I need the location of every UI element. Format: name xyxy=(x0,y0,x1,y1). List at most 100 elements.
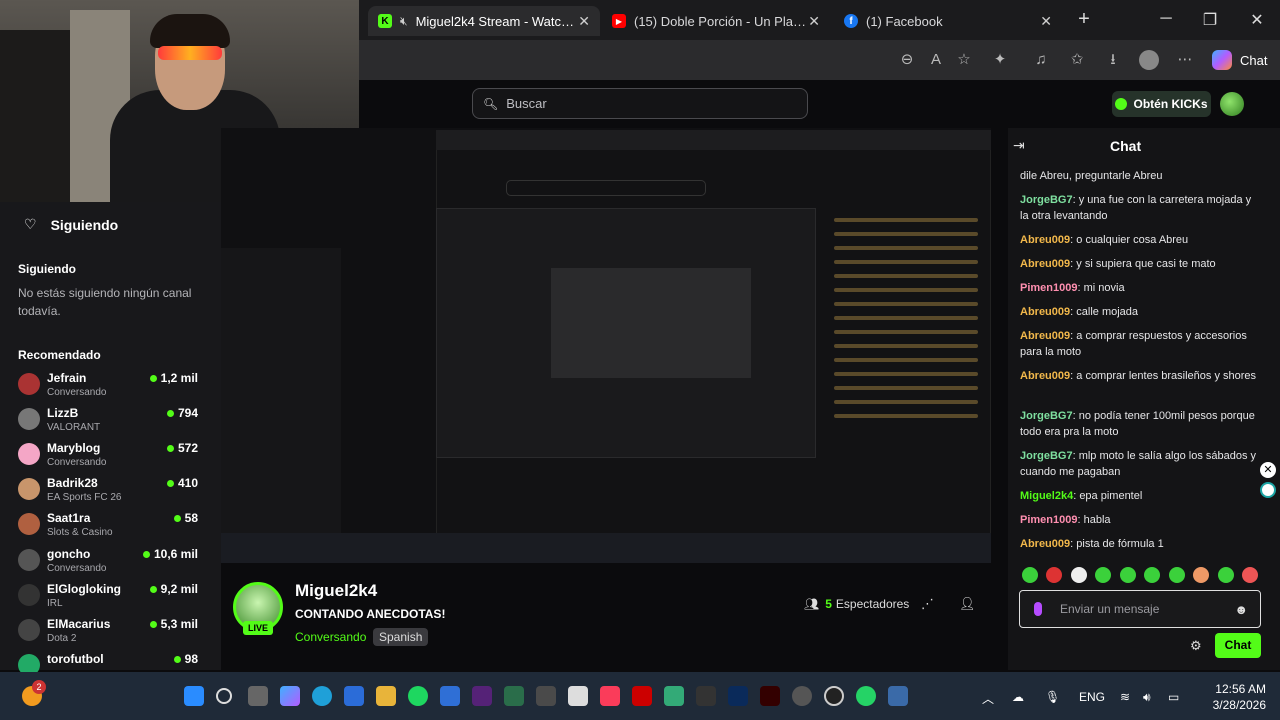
microphone-icon[interactable]: 🎙︎ xyxy=(1045,690,1060,704)
browser-essentials-icon[interactable]: ♫ xyxy=(1031,50,1051,70)
recommended-channel[interactable]: goncho Conversando 10,6 mil xyxy=(18,547,198,581)
channel-name[interactable]: Miguel2k4 xyxy=(295,581,377,601)
whatsapp-icon[interactable] xyxy=(856,686,876,706)
user-avatar[interactable] xyxy=(1220,92,1244,116)
obs-icon[interactable] xyxy=(824,686,844,706)
app-icon-2[interactable] xyxy=(504,686,524,706)
chat-username[interactable]: Abreu009 xyxy=(1020,306,1070,318)
sidebar-tool-icon[interactable] xyxy=(1260,482,1276,498)
chat-message-input[interactable]: Enviar un mensaje ☻ xyxy=(1019,590,1261,628)
more-options-icon[interactable]: ⋯ xyxy=(1175,50,1195,70)
recommended-channel[interactable]: Maryblog Conversando 572 xyxy=(18,441,198,475)
downloads-icon[interactable]: ⭳ xyxy=(1103,50,1123,70)
read-aloud-icon[interactable]: A xyxy=(926,50,946,70)
favorites-icon[interactable]: ✩ xyxy=(1067,50,1087,70)
chat-username[interactable]: Pimen1009 xyxy=(1020,514,1077,526)
wifi-icon[interactable]: ≋ xyxy=(1120,690,1130,704)
profile-icon[interactable] xyxy=(1139,50,1159,70)
chat-username[interactable]: Abreu009 xyxy=(1020,234,1070,246)
emote-icon[interactable] xyxy=(1119,567,1136,583)
illustrator-icon[interactable] xyxy=(760,686,780,706)
file-explorer-icon[interactable] xyxy=(376,686,396,706)
stream-category[interactable]: Conversando xyxy=(295,630,366,644)
volume-icon[interactable]: 🔊︎ xyxy=(1143,690,1151,705)
security-icon[interactable] xyxy=(440,686,460,706)
copilot-button[interactable]: Chat xyxy=(1212,48,1267,72)
netflix-icon[interactable] xyxy=(632,686,652,706)
emote-icon[interactable] xyxy=(1022,567,1038,583)
emote-icon[interactable] xyxy=(1095,567,1112,583)
sidebar-following-header[interactable]: ♡ Siguiendo xyxy=(24,216,118,233)
search-input[interactable]: 🔍︎ Buscar xyxy=(472,88,808,119)
spotify-icon[interactable] xyxy=(408,686,428,706)
video-player[interactable] xyxy=(221,128,991,563)
cloud-icon[interactable]: ☁ xyxy=(1012,690,1024,704)
emote-icon[interactable] xyxy=(1241,567,1258,583)
extensions-icon[interactable]: ✦ xyxy=(990,50,1010,70)
app-icon-3[interactable] xyxy=(536,686,556,706)
follow-user-icon[interactable]: 👤︎ xyxy=(959,596,976,612)
chat-username[interactable]: JorgeBG7 xyxy=(1020,194,1073,206)
app-icon-7[interactable] xyxy=(888,686,908,706)
notepad-icon[interactable] xyxy=(568,686,588,706)
gear-icon[interactable]: ⚙ xyxy=(1190,638,1202,654)
store-icon[interactable] xyxy=(344,686,364,706)
emote-icon[interactable] xyxy=(1144,567,1161,583)
search-taskbar-icon[interactable] xyxy=(216,688,232,704)
zoom-icon[interactable]: ⊖ xyxy=(897,50,917,70)
copilot-taskbar-icon[interactable] xyxy=(280,686,300,706)
chat-username[interactable]: Miguel2k4 xyxy=(1020,490,1073,502)
new-tab-button[interactable]: + xyxy=(1074,8,1094,31)
sidebar-close-icon[interactable]: ✕ xyxy=(1260,462,1276,478)
chat-username[interactable]: Abreu009 xyxy=(1020,258,1070,270)
recommended-channel[interactable]: ElMacarius Dota 2 5,3 mil xyxy=(18,617,198,651)
start-icon[interactable] xyxy=(184,686,204,706)
tab-facebook[interactable]: f (1) Facebook ✕ xyxy=(834,6,1062,36)
chat-username[interactable]: JorgeBG7 xyxy=(1020,410,1073,422)
system-clock[interactable]: 12:56 AM 3/28/2026 xyxy=(1198,681,1266,713)
emote-icon[interactable] xyxy=(1070,567,1087,583)
emoji-icon[interactable]: ☻ xyxy=(1234,602,1248,617)
restore-icon[interactable]: ❐ xyxy=(1200,10,1220,30)
music-icon[interactable] xyxy=(600,686,620,706)
chat-username[interactable]: Abreu009 xyxy=(1020,330,1070,342)
chat-username[interactable]: Pimen1009 xyxy=(1020,282,1077,294)
emote-icon[interactable] xyxy=(1168,567,1185,583)
muted-icon[interactable]: 🔇︎ xyxy=(400,14,408,29)
chat-send-button[interactable]: Chat xyxy=(1215,633,1261,658)
favorite-star-icon[interactable]: ☆ xyxy=(954,50,974,70)
recommended-channel[interactable]: ElGlogloking IRL 9,2 mil xyxy=(18,582,198,616)
chat-username[interactable]: JorgeBG7 xyxy=(1020,450,1073,462)
recommended-channel[interactable]: LizzB VALORANT 794 xyxy=(18,406,198,440)
emote-icon[interactable] xyxy=(1217,567,1234,583)
close-icon[interactable]: ✕ xyxy=(578,13,590,30)
app-icon-4[interactable] xyxy=(664,686,684,706)
chat-username[interactable]: Abreu009 xyxy=(1020,370,1070,382)
tab-youtube[interactable]: ▶ (15) Doble Porción - Un Plan Pal ✕ xyxy=(602,6,830,36)
chat-username[interactable]: Abreu009 xyxy=(1020,538,1070,550)
battery-icon[interactable]: ▭ xyxy=(1168,690,1179,704)
photoshop-icon[interactable] xyxy=(728,686,748,706)
language-indicator[interactable]: ENG xyxy=(1079,690,1105,704)
minimize-icon[interactable]: ─ xyxy=(1156,10,1176,28)
tab-kick-stream[interactable]: K 🔇︎ Miguel2k4 Stream - Watch L ✕ xyxy=(368,6,600,36)
emote-icon[interactable] xyxy=(1193,567,1210,583)
emote-icon[interactable] xyxy=(1046,567,1063,583)
collapse-chat-icon[interactable]: ⇥ xyxy=(1013,137,1025,154)
close-icon[interactable]: ✕ xyxy=(1040,13,1052,30)
close-icon[interactable]: ✕ xyxy=(808,13,820,30)
recommended-channel[interactable]: Saat1ra Slots & Casino 58 xyxy=(18,511,198,545)
tray-overflow-icon[interactable]: ︿ xyxy=(982,690,994,707)
window-close-icon[interactable]: ✕ xyxy=(1247,10,1267,30)
recommended-channel[interactable]: Badrik28 EA Sports FC 26 410 xyxy=(18,476,198,510)
edge-icon[interactable] xyxy=(312,686,332,706)
emote-bar[interactable] xyxy=(1022,567,1258,585)
recommended-channel[interactable]: Jefrain Conversando 1,2 mil xyxy=(18,371,198,405)
get-kicks-button[interactable]: Obtén KICKs xyxy=(1112,91,1211,117)
share-icon[interactable]: ⋰ xyxy=(921,596,934,612)
stream-language-tag[interactable]: Spanish xyxy=(373,628,429,646)
app-icon-5[interactable] xyxy=(696,686,716,706)
task-view-icon[interactable] xyxy=(248,686,268,706)
app-icon-1[interactable] xyxy=(472,686,492,706)
app-icon-6[interactable] xyxy=(792,686,812,706)
